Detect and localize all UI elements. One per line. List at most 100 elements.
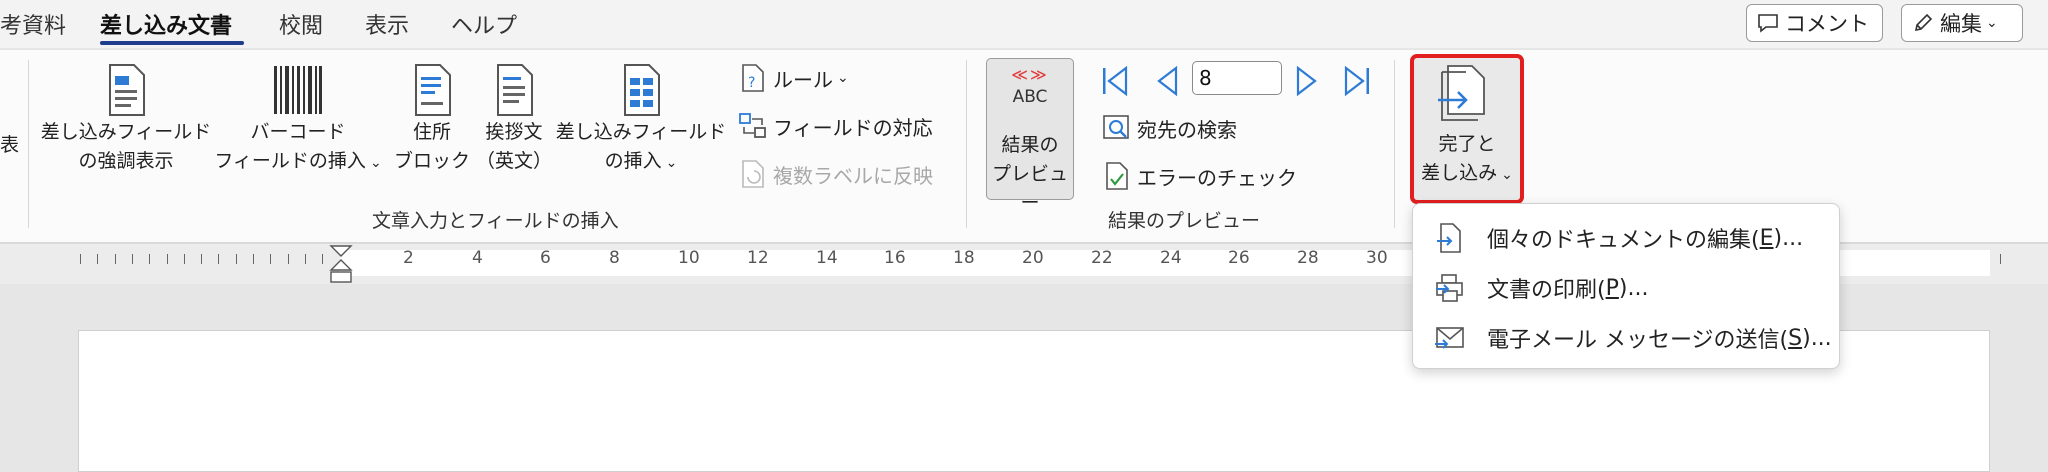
printer-icon [1436,274,1463,302]
greeting-line-label-2: （英文） [475,150,552,172]
ruler-label: 18 [953,248,975,268]
preview-results-label-1: 結果の [1001,134,1059,156]
rules-button[interactable]: ? ルール ⌄ [738,63,849,93]
active-tab-indicator [100,41,244,45]
ruler-label: 20 [1022,248,1044,268]
comment-button-label: コメント [1785,12,1869,36]
tab-review[interactable]: 校閲 [279,8,323,40]
ruler-tick [288,254,289,264]
group-label-preview: 結果のプレビュー [1108,210,1261,232]
menu-item-email-text: 電子メール メッセージの送信( [1487,328,1789,353]
tab-mailings[interactable]: 差し込み文書 [100,8,232,40]
chevron-down-icon: ⌄ [837,70,849,86]
chevron-down-icon: ⌄ [1986,15,1998,31]
chevron-down-icon: ⌄ [369,155,382,171]
insert-merge-field-button[interactable]: 差し込みフィールド の挿入 ⌄ [556,62,726,178]
ruler-tick [97,254,98,264]
finish-merge-menu: 個々のドキュメントの編集(E)... 文書の印刷(P)... 電子メール メッセ… [1412,203,1840,369]
ruler-tick [218,254,219,264]
ruler-label: 6 [540,248,551,268]
ruler-tick [201,254,202,264]
highlight-fields-label-1: 差し込みフィールド [40,121,212,143]
next-record-icon[interactable] [1290,64,1324,98]
ruler-tick [184,254,185,264]
update-labels-button[interactable]: 複数ラベルに反映 [738,159,933,189]
ruler-tick [149,254,150,264]
barcode-icon [274,66,322,114]
menu-item-email-key: S [1788,325,1803,351]
address-block-button[interactable]: 住所 ブロック [392,62,472,176]
comment-button[interactable]: コメント [1746,4,1883,42]
menu-item-print-suffix: )... [1618,275,1649,301]
rules-icon: ? [742,64,764,92]
edit-mode-label: 編集 [1940,12,1982,36]
ruler-label: 14 [816,248,838,268]
greeting-line-label-1: 挨拶文 [485,121,543,143]
rules-label: ルール [773,67,833,92]
address-block-label-1: 住所 [412,121,451,143]
email-icon [1435,327,1464,349]
address-block-icon [415,64,451,116]
match-fields-button[interactable]: フィールドの対応 [738,111,933,141]
edit-documents-icon [1437,223,1461,253]
finish-merge-icon [1438,65,1485,121]
ruler-tick [167,254,168,264]
ruler-tick [270,254,271,264]
menu-item-print-key: P [1605,275,1619,301]
ruler-label: 30 [1366,248,1388,268]
ruler-label: 28 [1297,248,1319,268]
insert-barcode-field-button[interactable]: バーコード フィールドの挿入 ⌄ [212,62,384,178]
pencil-icon [1914,13,1933,32]
match-fields-icon [739,113,766,138]
preview-results-button[interactable]: ≪≫ ABC 結果の プレビュー [986,58,1074,214]
finish-merge-label-1: 完了と [1438,133,1496,155]
greeting-line-button[interactable]: 挨拶文 （英文） [472,62,556,176]
tab-references[interactable]: 考資料 [0,8,66,40]
highlight-fields-icon [109,64,145,116]
menu-item-print-text: 文書の印刷( [1487,278,1606,303]
finish-merge-button[interactable]: 完了と 差し込み ⌄ [1410,54,1524,204]
highlight-merge-fields-button[interactable]: 差し込みフィールド の強調表示 [40,62,212,176]
ruler-tick [236,254,237,264]
last-record-icon[interactable] [1340,64,1374,98]
first-record-icon[interactable] [1098,64,1132,98]
record-number-input[interactable] [1192,61,1282,95]
find-recipient-button[interactable]: 宛先の検索 [1102,113,1237,143]
ruler-tick [2000,254,2001,264]
ruler-tick [322,254,323,264]
update-labels-label: 複数ラベルに反映 [773,163,933,188]
menu-item-edit-key: E [1759,225,1774,251]
address-block-label-2: ブロック [393,150,470,172]
ruler-label: 2 [403,248,414,268]
svg-text:?: ? [748,75,755,91]
previous-record-icon[interactable] [1150,64,1184,98]
update-labels-icon [742,160,764,188]
ruler-tick [80,254,81,264]
ruler-label: 22 [1091,248,1113,268]
preview-results-label-2: プレビュー [991,163,1068,214]
ruler-tick [132,254,133,264]
insert-merge-field-icon [624,64,660,116]
menu-item-print-documents[interactable]: 文書の印刷(P)... [1413,264,1839,312]
ruler-label: 26 [1228,248,1250,268]
comment-icon [1758,14,1778,33]
barcode-label-2: フィールドの挿入 [214,150,366,172]
ruler-label: 16 [884,248,906,268]
ribbon-left-fragment: 表 [0,134,20,156]
menu-item-edit-text: 個々のドキュメントの編集( [1487,228,1760,253]
menu-item-edit-suffix: )... [1773,225,1804,251]
highlight-fields-label-2: の強調表示 [78,150,174,172]
indent-marker-icon[interactable] [328,244,354,284]
barcode-label-1: バーコード [250,121,346,143]
menu-item-email-suffix: )... [1802,325,1832,351]
finish-merge-label-2: 差し込み [1421,162,1498,184]
edit-mode-button[interactable]: 編集 ⌄ [1901,4,2023,42]
menu-item-send-email[interactable]: 電子メール メッセージの送信(S)... [1413,314,1839,362]
tab-view[interactable]: 表示 [365,8,409,40]
find-recipient-label: 宛先の検索 [1137,117,1237,142]
ruler-label: 10 [678,248,700,268]
check-errors-button[interactable]: エラーのチェック [1102,161,1297,191]
ruler-label: 4 [472,248,483,268]
tab-help[interactable]: ヘルプ [451,8,517,40]
menu-item-edit-individual-documents[interactable]: 個々のドキュメントの編集(E)... [1413,214,1839,262]
